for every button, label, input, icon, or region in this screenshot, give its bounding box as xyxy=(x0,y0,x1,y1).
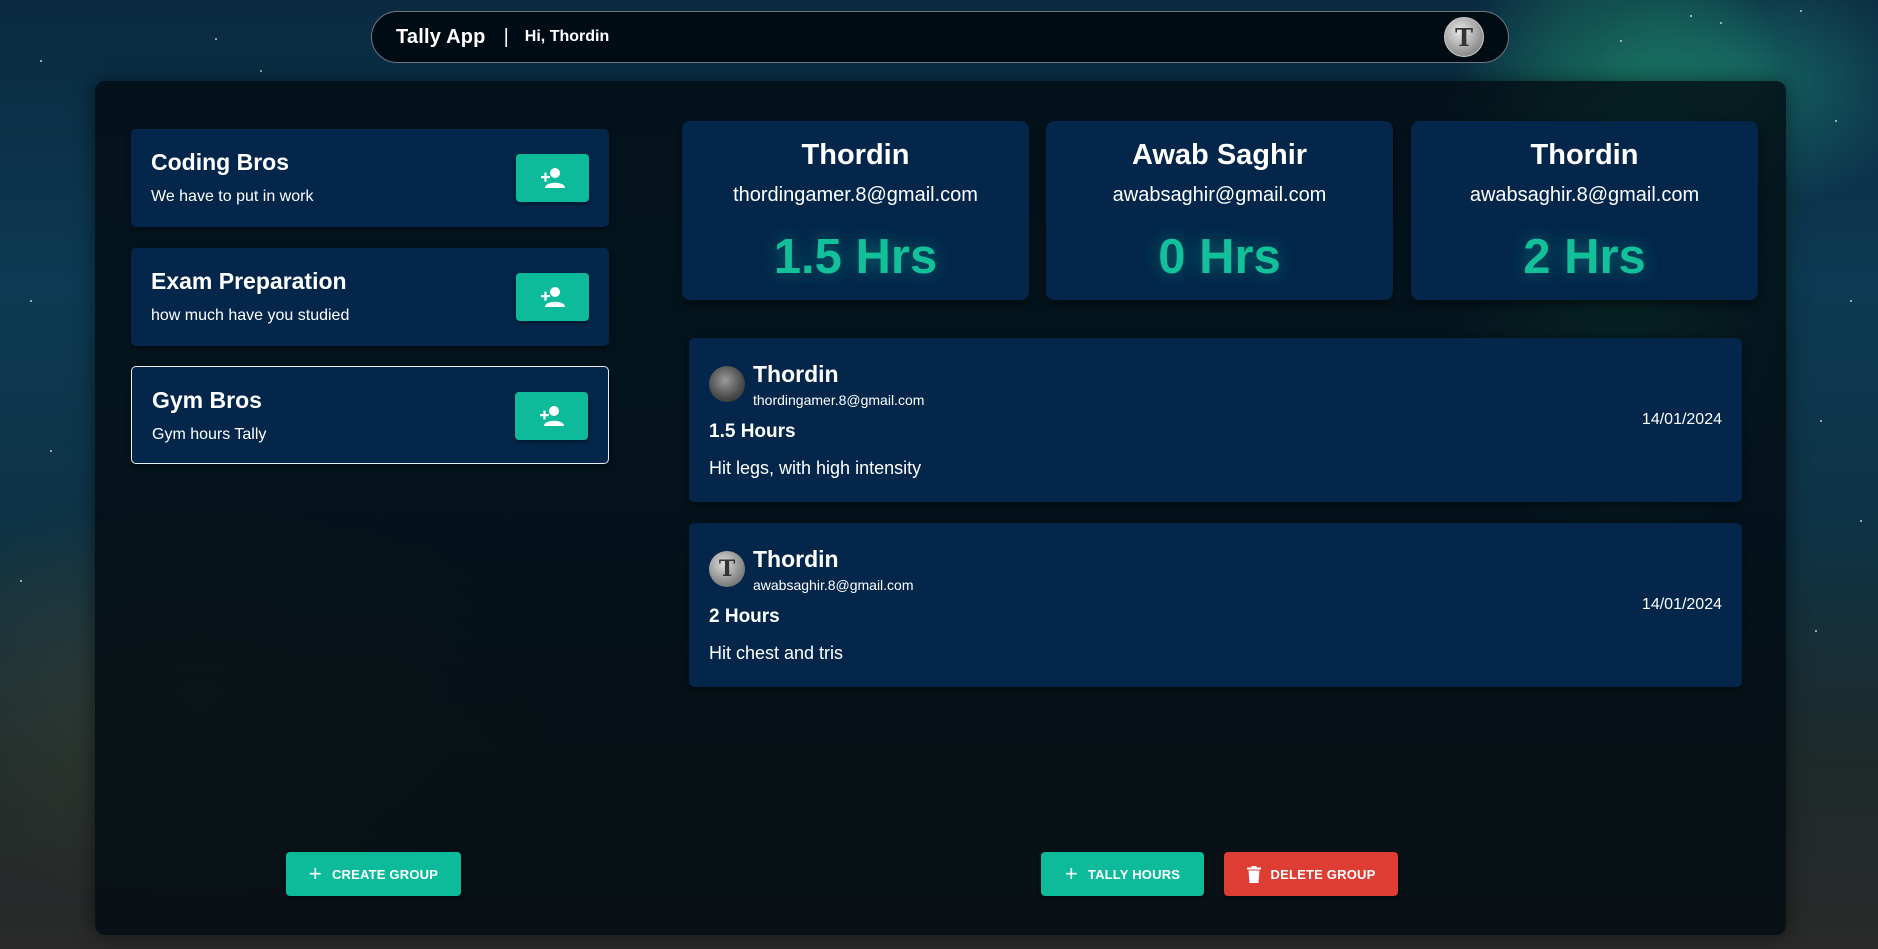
member-hours: 0 Hrs xyxy=(1158,230,1281,284)
add-member-button[interactable] xyxy=(516,273,589,321)
delete-group-button[interactable]: DELETE GROUP xyxy=(1224,852,1398,896)
trash-icon xyxy=(1246,865,1261,883)
member-name: Awab Saghir xyxy=(1131,139,1308,171)
member-card: Awab Saghir awabsaghir@gmail.com 0 Hrs xyxy=(1046,121,1393,300)
member-hours: 2 Hrs xyxy=(1523,230,1646,284)
entry-user-name: Thordin xyxy=(753,546,839,572)
entry-user-email: awabsaghir.8@gmail.com xyxy=(753,577,914,593)
member-name: Thordin xyxy=(1530,139,1639,171)
person-add-icon xyxy=(540,168,565,188)
tally-entry: T Thordin awabsaghir.8@gmail.com 2 Hours… xyxy=(689,523,1742,687)
member-hours: 1.5 Hrs xyxy=(773,230,938,284)
group-card-gym-bros[interactable]: Gym Bros Gym hours Tally xyxy=(131,366,609,464)
group-description: Gym hours Tally xyxy=(152,426,267,443)
app-title[interactable]: Tally App xyxy=(396,26,486,49)
entry-hours: 2 Hours xyxy=(709,606,780,627)
entry-date: 14/01/2024 xyxy=(1641,596,1722,613)
member-email: thordingamer.8@gmail.com xyxy=(733,184,978,206)
entry-date: 14/01/2024 xyxy=(1641,411,1722,428)
tally-hours-button[interactable]: + TALLY HOURS xyxy=(1041,852,1204,896)
group-description: We have to put in work xyxy=(151,188,314,205)
plus-icon: + xyxy=(308,861,322,886)
group-description: how much have you studied xyxy=(151,307,350,324)
group-name: Gym Bros xyxy=(152,387,262,413)
user-greeting: Hi, Thordin xyxy=(524,28,610,45)
tally-hours-label: TALLY HOURS xyxy=(1087,866,1181,882)
entry-note: Hit legs, with high intensity xyxy=(709,458,922,478)
entry-avatar xyxy=(709,366,745,402)
entry-user-name: Thordin xyxy=(753,361,839,387)
top-nav-bar: Tally App | Hi, Thordin T xyxy=(371,11,1509,63)
avatar-letter: T xyxy=(718,556,736,582)
group-card-exam-preparation[interactable]: Exam Preparation how much have you studi… xyxy=(131,248,609,346)
group-name: Coding Bros xyxy=(151,149,289,175)
entry-avatar: T xyxy=(709,551,745,587)
delete-group-label: DELETE GROUP xyxy=(1270,866,1376,882)
entry-note: Hit chest and tris xyxy=(709,643,844,663)
title-separator: | xyxy=(503,25,509,48)
person-add-icon xyxy=(540,287,565,307)
group-card-coding-bros[interactable]: Coding Bros We have to put in work xyxy=(131,129,609,227)
entry-user-email: thordingamer.8@gmail.com xyxy=(753,392,925,408)
add-member-button[interactable] xyxy=(515,392,588,440)
entry-hours: 1.5 Hours xyxy=(709,421,796,442)
member-email: awabsaghir.8@gmail.com xyxy=(1469,184,1700,206)
person-add-icon xyxy=(539,406,564,426)
create-group-label: CREATE GROUP xyxy=(331,866,439,882)
plus-icon: + xyxy=(1064,861,1078,886)
group-name: Exam Preparation xyxy=(151,268,347,294)
add-member-button[interactable] xyxy=(516,154,589,202)
create-group-button[interactable]: + CREATE GROUP xyxy=(286,852,461,896)
member-email: awabsaghir@gmail.com xyxy=(1112,184,1327,206)
member-name: Thordin xyxy=(801,139,910,171)
avatar-letter: T xyxy=(1455,22,1473,52)
tally-entry: Thordin thordingamer.8@gmail.com 1.5 Hou… xyxy=(689,338,1742,502)
user-avatar[interactable]: T xyxy=(1444,17,1484,57)
member-card: Thordin awabsaghir.8@gmail.com 2 Hrs xyxy=(1411,121,1758,300)
member-card: Thordin thordingamer.8@gmail.com 1.5 Hrs xyxy=(682,121,1029,300)
